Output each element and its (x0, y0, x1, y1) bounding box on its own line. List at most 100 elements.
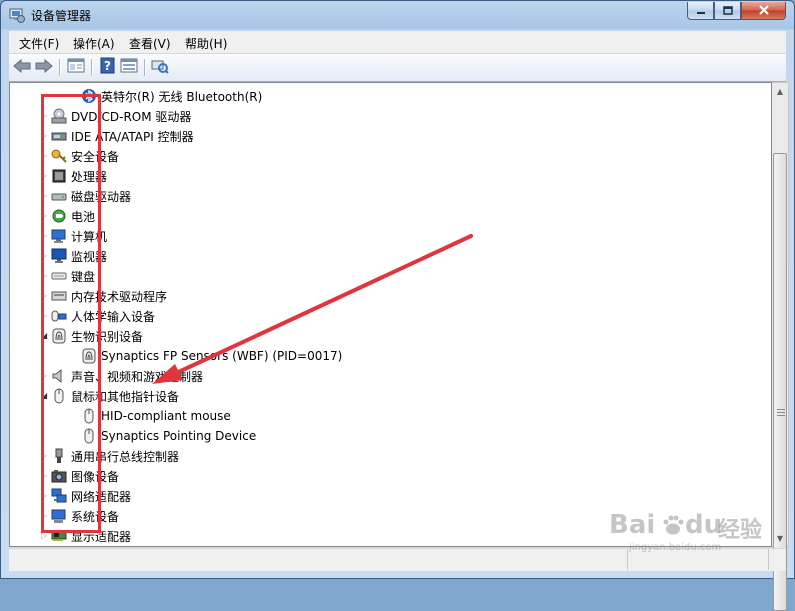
device-manager-window: 设备管理器 文件(F) 操作(A) 查看(V) 帮助(H) ? 英特尔(R) 无… (0, 0, 795, 611)
tree-item[interactable]: Synaptics FP Sensors (WBF) (PID=0017) (81, 346, 342, 366)
tree-item[interactable]: 鼠标和其他指针设备 (51, 386, 179, 406)
fingerprint-icon (81, 348, 97, 364)
vertical-scrollbar[interactable]: ▲ ▼ (772, 82, 789, 611)
expand-arrow-icon[interactable]: ▷ (41, 291, 47, 300)
disk-drive-icon (51, 188, 67, 204)
tree-item-label: 英特尔(R) 无线 Bluetooth(R) (101, 89, 263, 104)
toolbar-separator (91, 59, 93, 76)
expand-arrow-icon[interactable]: ▷ (41, 311, 47, 320)
tree-item-label: 鼠标和其他指针设备 (71, 389, 180, 404)
title-bar[interactable]: 设备管理器 (1, 1, 794, 30)
toolbar-separator (144, 59, 146, 76)
tree-item[interactable]: 图像设备 (51, 466, 119, 486)
expand-arrow-icon[interactable]: ▷ (41, 171, 47, 180)
tree-item[interactable]: 生物识别设备 (51, 326, 143, 346)
device-manager-icon (9, 7, 25, 23)
monitor-icon (51, 248, 67, 264)
collapse-arrow-icon[interactable]: ◢ (41, 331, 47, 340)
scroll-down-arrow-icon[interactable]: ▼ (772, 530, 788, 547)
expand-arrow-icon[interactable]: ▷ (41, 271, 47, 280)
expand-arrow-icon[interactable]: ▷ (41, 491, 47, 500)
tree-item[interactable]: 通用串行总线控制器 (51, 446, 179, 466)
tree-item[interactable]: 声音、视频和游戏控制器 (51, 366, 203, 386)
maximize-button[interactable] (714, 2, 741, 20)
expand-arrow-icon[interactable]: ▷ (41, 371, 47, 380)
tree-item[interactable]: DVD/CD-ROM 驱动器 (51, 106, 191, 126)
window-title: 设备管理器 (31, 9, 92, 23)
maximize-icon (722, 4, 733, 18)
scan-hardware-button[interactable] (150, 58, 170, 76)
tree-item[interactable]: 安全设备 (51, 146, 119, 166)
tree-item[interactable]: 磁盘驱动器 (51, 186, 131, 206)
expand-arrow-icon[interactable]: ▷ (41, 531, 47, 540)
tree-item[interactable]: 网络适配器 (51, 486, 131, 506)
properties-button[interactable] (66, 58, 86, 76)
menu-view[interactable]: 查看(V) (129, 35, 171, 52)
tree-item-label: 系统设备 (71, 509, 120, 524)
tree-item[interactable]: HID-compliant mouse (81, 406, 231, 426)
system-device-icon (51, 508, 67, 524)
expand-arrow-icon[interactable]: ▷ (41, 251, 47, 260)
battery-icon (51, 208, 67, 224)
collapse-arrow-icon[interactable]: ◢ (41, 391, 47, 400)
expand-arrow-icon[interactable]: ▷ (41, 211, 47, 220)
tree-item-label: 生物识别设备 (71, 329, 144, 344)
tree-item[interactable]: 人体学输入设备 (51, 306, 155, 326)
device-view-button[interactable] (119, 58, 139, 76)
bluetooth-icon (81, 88, 97, 104)
biometric-icon (51, 328, 67, 344)
tree-item[interactable]: Synaptics Pointing Device (81, 426, 256, 446)
tree-item-label: 处理器 (71, 169, 108, 184)
expand-arrow-icon[interactable]: ▷ (41, 231, 47, 240)
tree-item[interactable]: 系统设备 (51, 506, 119, 526)
speaker-icon (51, 368, 67, 384)
tree-item-label: 键盘 (71, 269, 96, 284)
tree-item-label: 内存技术驱动程序 (71, 289, 168, 304)
scroll-up-arrow-icon[interactable]: ▲ (772, 83, 788, 100)
tree-item[interactable]: 监视器 (51, 246, 107, 266)
device-tree[interactable]: 英特尔(R) 无线 Bluetooth(R) DVD/CD-ROM 驱动器 ID… (9, 82, 772, 547)
close-button[interactable] (741, 2, 786, 20)
ide-controller-icon (51, 128, 67, 144)
scrollbar-grip (777, 412, 785, 413)
tree-item[interactable]: IDE ATA/ATAPI 控制器 (51, 126, 194, 146)
expand-arrow-icon[interactable]: ▷ (41, 511, 47, 520)
computer-icon (51, 228, 67, 244)
tree-item-label: IDE ATA/ATAPI 控制器 (71, 129, 194, 144)
expand-arrow-icon[interactable]: ▷ (41, 471, 47, 480)
tree-item[interactable]: 英特尔(R) 无线 Bluetooth(R) (81, 86, 262, 106)
scrollbar-grip (777, 409, 785, 410)
tree-item-label: 磁盘驱动器 (71, 189, 132, 204)
expand-arrow-icon[interactable]: ▷ (41, 191, 47, 200)
menu-file[interactable]: 文件(F) (19, 35, 59, 52)
menu-action[interactable]: 操作(A) (73, 35, 115, 52)
mouse-icon (81, 428, 97, 444)
tree-item[interactable]: 电池 (51, 206, 95, 226)
tree-item-label: Synaptics FP Sensors (WBF) (PID=0017) (101, 349, 343, 363)
tree-item-label: 网络适配器 (71, 489, 132, 504)
tree-item[interactable]: 计算机 (51, 226, 107, 246)
scrollbar-grip (777, 415, 785, 416)
toolbar: ? (9, 54, 786, 82)
tree-item[interactable]: 显示适配器 (51, 526, 131, 546)
forward-button[interactable] (34, 58, 54, 76)
expand-arrow-icon[interactable]: ▷ (41, 111, 47, 120)
expand-arrow-icon[interactable]: ▷ (41, 131, 47, 140)
help-button[interactable]: ? (97, 57, 117, 76)
expand-arrow-icon[interactable]: ▷ (41, 451, 47, 460)
tree-item-label: 声音、视频和游戏控制器 (71, 369, 204, 384)
menu-bar: 文件(F) 操作(A) 查看(V) 帮助(H) (9, 31, 786, 54)
menu-help[interactable]: 帮助(H) (185, 35, 227, 52)
tree-item-label: 通用串行总线控制器 (71, 449, 180, 464)
watermark-brand-suffix: du (685, 510, 723, 540)
minimize-button[interactable] (687, 2, 714, 20)
expand-arrow-icon[interactable]: ▷ (41, 151, 47, 160)
tree-item[interactable]: 键盘 (51, 266, 95, 286)
svg-text:?: ? (104, 59, 111, 73)
memory-tech-icon (51, 288, 67, 304)
back-button[interactable] (12, 58, 32, 76)
tree-item-label: 安全设备 (71, 149, 120, 164)
tree-item[interactable]: 内存技术驱动程序 (51, 286, 167, 306)
tree-item-label: DVD/CD-ROM 驱动器 (71, 109, 192, 124)
tree-item[interactable]: 处理器 (51, 166, 107, 186)
